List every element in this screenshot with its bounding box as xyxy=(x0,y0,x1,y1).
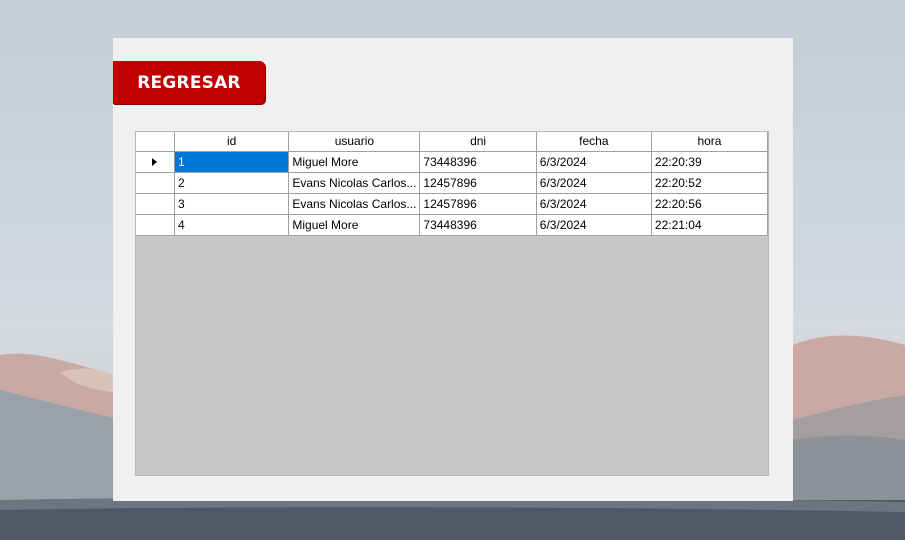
cell-fecha[interactable]: 6/3/2024 xyxy=(535,171,652,194)
cell-usuario[interactable]: Evans Nicolas Carlos... xyxy=(288,192,421,215)
table-row[interactable]: 4 Miguel More 73448396 6/3/2024 22:21:04 xyxy=(136,213,768,236)
cell-hora[interactable]: 22:20:39 xyxy=(650,150,768,173)
row-header-cell[interactable] xyxy=(136,150,175,173)
column-header-hora[interactable]: hora xyxy=(650,132,768,152)
row-header-cell[interactable] xyxy=(136,213,175,236)
column-header-usuario[interactable]: usuario xyxy=(288,132,421,152)
table-row[interactable]: 2 Evans Nicolas Carlos... 12457896 6/3/2… xyxy=(136,171,768,194)
cell-fecha[interactable]: 6/3/2024 xyxy=(535,192,652,215)
row-header-cell[interactable] xyxy=(136,171,175,194)
corner-header-cell[interactable] xyxy=(136,132,175,152)
column-header-dni[interactable]: dni xyxy=(419,132,537,152)
cell-usuario[interactable]: Miguel More xyxy=(288,150,421,173)
cell-id[interactable]: 4 xyxy=(173,213,290,236)
row-pointer-icon xyxy=(152,158,158,167)
cell-hora[interactable]: 22:20:52 xyxy=(650,171,768,194)
cell-fecha[interactable]: 6/3/2024 xyxy=(535,213,652,236)
cell-fecha[interactable]: 6/3/2024 xyxy=(535,150,652,173)
cell-usuario[interactable]: Miguel More xyxy=(288,213,421,236)
records-grid[interactable]: id usuario dni fecha hora 1 Miguel More … xyxy=(135,131,769,476)
table-row[interactable]: 1 Miguel More 73448396 6/3/2024 22:20:39 xyxy=(136,150,768,173)
records-form: REGRESAR id usuario dni fecha hora 1 Mig… xyxy=(113,38,793,501)
column-header-id[interactable]: id xyxy=(173,132,290,152)
cell-dni[interactable]: 12457896 xyxy=(419,192,537,215)
table-row[interactable]: 3 Evans Nicolas Carlos... 12457896 6/3/2… xyxy=(136,192,768,215)
records-table: id usuario dni fecha hora 1 Miguel More … xyxy=(136,132,768,236)
cell-hora[interactable]: 22:20:56 xyxy=(650,192,768,215)
cell-dni[interactable]: 73448396 xyxy=(419,213,537,236)
cell-id[interactable]: 2 xyxy=(173,171,290,194)
cell-id[interactable]: 3 xyxy=(173,192,290,215)
back-button[interactable]: REGRESAR xyxy=(113,61,265,104)
row-header-cell[interactable] xyxy=(136,192,175,215)
cell-hora[interactable]: 22:21:04 xyxy=(650,213,768,236)
cell-usuario[interactable]: Evans Nicolas Carlos... xyxy=(288,171,421,194)
column-header-fecha[interactable]: fecha xyxy=(535,132,652,152)
grid-header-row: id usuario dni fecha hora xyxy=(136,132,768,152)
cell-id[interactable]: 1 xyxy=(173,150,290,173)
cell-dni[interactable]: 12457896 xyxy=(419,171,537,194)
cell-dni[interactable]: 73448396 xyxy=(419,150,537,173)
